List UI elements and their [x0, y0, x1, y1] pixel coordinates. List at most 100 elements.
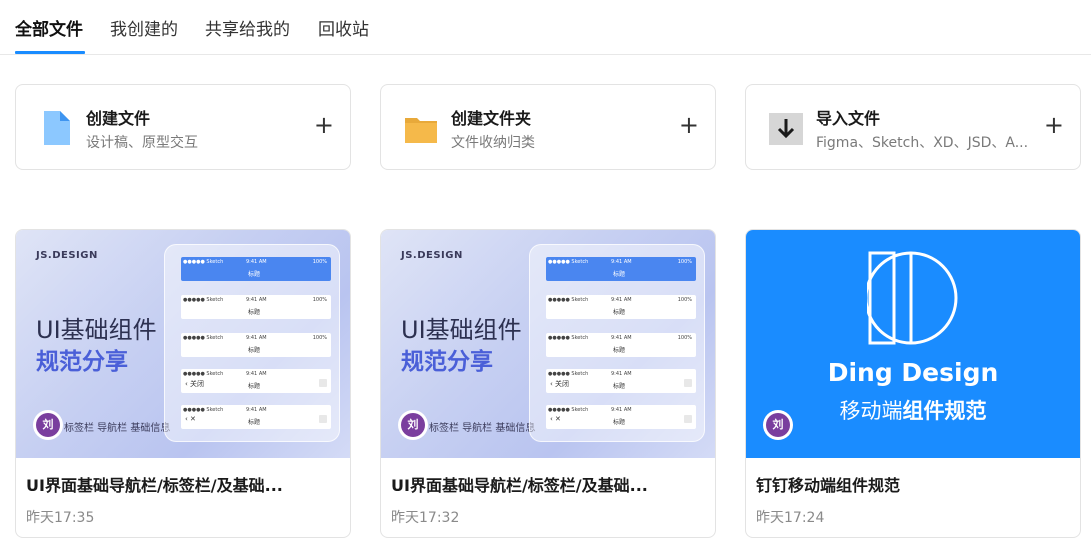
mock-status-time: 9:41 AM: [611, 297, 632, 303]
mock-row: ●●●●● Sketch 9:41 AM 100% 标题: [546, 333, 696, 357]
avatar[interactable]: 刘: [33, 410, 63, 440]
create-file-title: 创建文件: [86, 109, 151, 128]
mock-status-time: 9:41 AM: [246, 297, 267, 303]
thumbnail-subtitle: 规范分享: [401, 349, 493, 375]
import-file-plus-icon[interactable]: +: [1044, 113, 1064, 137]
import-icon: [768, 109, 804, 147]
file-modified-time: 昨天17:35: [26, 510, 95, 526]
mock-title: 标题: [248, 309, 261, 316]
tab-shared-with-me[interactable]: 共享给我的: [205, 15, 290, 40]
mock-title: 标题: [248, 383, 261, 390]
mock-title: 标题: [613, 309, 626, 316]
file-thumbnail: JS.DESIGN UI基础组件 规范分享 标签栏 导航栏 基础信息 ●●●●●…: [16, 230, 350, 458]
file-modified-time: 昨天17:24: [756, 510, 825, 526]
file-card[interactable]: Ding Design 移动端组件规范 刘 钉钉移动端组件规范 昨天17:24: [745, 229, 1081, 538]
tab-bar: 全部文件 我创建的 共享给我的 回收站: [0, 0, 1091, 55]
mock-status-battery: 100%: [312, 297, 327, 303]
file-thumbnail: JS.DESIGN UI基础组件 规范分享 标签栏 导航栏 基础信息 ●●●●●…: [381, 230, 715, 458]
mock-square-icon: [684, 415, 692, 423]
mock-row: ●●●●● Sketch 9:41 AM ‹ ✕ 标题: [181, 405, 331, 429]
mock-status-carrier: ●●●●● Sketch: [548, 297, 589, 303]
mock-status-time: 9:41 AM: [246, 371, 267, 377]
mock-status-carrier: ●●●●● Sketch: [548, 259, 589, 265]
avatar[interactable]: 刘: [763, 410, 793, 440]
mock-title: 标题: [613, 271, 626, 278]
thumbnail-title: UI基础组件: [36, 316, 157, 344]
avatar-initial: 刘: [36, 413, 60, 437]
mock-status-carrier: ●●●●● Sketch: [183, 335, 224, 341]
mock-title: 标题: [613, 383, 626, 390]
mock-status-battery: 100%: [677, 335, 692, 341]
thumbnail-footer: 标签栏 导航栏 基础信息: [429, 423, 536, 434]
avatar[interactable]: 刘: [398, 410, 428, 440]
mock-navbar: ●●●●● Sketch 9:41 AM 100% 标题: [546, 257, 696, 281]
create-file-subtitle: 设计稿、原型交互: [86, 135, 198, 151]
mock-square-icon: [319, 415, 327, 423]
mock-row: ●●●●● Sketch 9:41 AM ‹ 关闭 标题: [181, 369, 331, 393]
mock-back-close: ‹ 关闭: [550, 380, 570, 388]
mock-square-icon: [319, 379, 327, 387]
tab-trash[interactable]: 回收站: [318, 15, 369, 40]
create-folder-subtitle: 文件收纳归类: [451, 135, 535, 151]
thumbnail-title: UI基础组件: [401, 316, 522, 344]
mock-row: ●●●●● Sketch 9:41 AM 100% 标题: [546, 295, 696, 319]
import-file-card[interactable]: 导入文件 Figma、Sketch、XD、JSD、A... +: [745, 84, 1081, 170]
mock-row: ●●●●● Sketch 9:41 AM ‹ ✕ 标题: [546, 405, 696, 429]
create-folder-plus-icon[interactable]: +: [679, 113, 699, 137]
mock-status-carrier: ●●●●● Sketch: [183, 407, 224, 413]
mock-back-x: ‹ ✕: [185, 415, 196, 423]
phone-mock-panel: ●●●●● Sketch 9:41 AM 100% 标题 ●●●●● Sketc…: [529, 244, 705, 442]
mock-status-carrier: ●●●●● Sketch: [548, 335, 589, 341]
mock-status-carrier: ●●●●● Sketch: [548, 407, 589, 413]
mock-status-carrier: ●●●●● Sketch: [183, 371, 224, 377]
mock-status-battery: 100%: [312, 259, 327, 265]
thumbnail-subtitle: 移动端组件规范: [746, 395, 1080, 425]
mock-status-time: 9:41 AM: [611, 335, 632, 341]
folder-icon: [403, 109, 439, 147]
create-folder-card[interactable]: 创建文件夹 文件收纳归类 +: [380, 84, 716, 170]
create-file-plus-icon[interactable]: +: [314, 113, 334, 137]
file-card[interactable]: JS.DESIGN UI基础组件 规范分享 标签栏 导航栏 基础信息 ●●●●●…: [380, 229, 716, 538]
thumbnail-brand: JS.DESIGN: [36, 250, 98, 261]
thumbnail-subtitle-plain: 移动端: [839, 399, 903, 423]
mock-square-icon: [684, 379, 692, 387]
file-name: UI界面基础导航栏/标签栏/及基础...: [391, 476, 648, 495]
file-name: UI界面基础导航栏/标签栏/及基础...: [26, 476, 283, 495]
phone-mock-panel: ●●●●● Sketch 9:41 AM 100% 标题 ●●●●● Sketc…: [164, 244, 340, 442]
avatar-initial: 刘: [401, 413, 425, 437]
mock-row: ●●●●● Sketch 9:41 AM ‹ 关闭 标题: [546, 369, 696, 393]
mock-status-time: 9:41 AM: [611, 259, 632, 265]
create-file-card[interactable]: 创建文件 设计稿、原型交互 +: [15, 84, 351, 170]
avatar-initial: 刘: [766, 413, 790, 437]
mock-title: 标题: [613, 347, 626, 354]
active-tab-indicator: [15, 51, 85, 54]
tab-all-files[interactable]: 全部文件: [15, 15, 83, 40]
create-folder-title: 创建文件夹: [451, 109, 532, 128]
file-icon: [38, 109, 74, 147]
ding-design-logo-icon: [864, 250, 961, 350]
thumbnail-subtitle-bold: 组件规范: [902, 399, 987, 423]
mock-status-carrier: ●●●●● Sketch: [183, 297, 224, 303]
mock-status-battery: 100%: [677, 297, 692, 303]
mock-row: ●●●●● Sketch 9:41 AM 100% 标题: [181, 333, 331, 357]
mock-navbar: ●●●●● Sketch 9:41 AM 100% 标题: [181, 257, 331, 281]
import-file-title: 导入文件: [816, 109, 881, 128]
thumbnail-footer: 标签栏 导航栏 基础信息: [64, 423, 171, 434]
mock-title: 标题: [248, 271, 261, 278]
mock-title: 标题: [248, 347, 261, 354]
mock-status-battery: 100%: [312, 335, 327, 341]
mock-status-time: 9:41 AM: [246, 335, 267, 341]
thumbnail-subtitle: 规范分享: [36, 349, 128, 375]
mock-status-battery: 100%: [677, 259, 692, 265]
file-card[interactable]: JS.DESIGN UI基础组件 规范分享 标签栏 导航栏 基础信息 ●●●●●…: [15, 229, 351, 538]
mock-title: 标题: [248, 419, 261, 426]
mock-title: 标题: [613, 419, 626, 426]
file-name: 钉钉移动端组件规范: [756, 476, 901, 495]
mock-status-time: 9:41 AM: [611, 407, 632, 413]
mock-status-time: 9:41 AM: [611, 371, 632, 377]
tab-created-by-me[interactable]: 我创建的: [110, 15, 178, 40]
mock-status-carrier: ●●●●● Sketch: [183, 259, 224, 265]
file-modified-time: 昨天17:32: [391, 510, 460, 526]
mock-back-x: ‹ ✕: [550, 415, 561, 423]
import-file-subtitle: Figma、Sketch、XD、JSD、A...: [816, 135, 1029, 151]
